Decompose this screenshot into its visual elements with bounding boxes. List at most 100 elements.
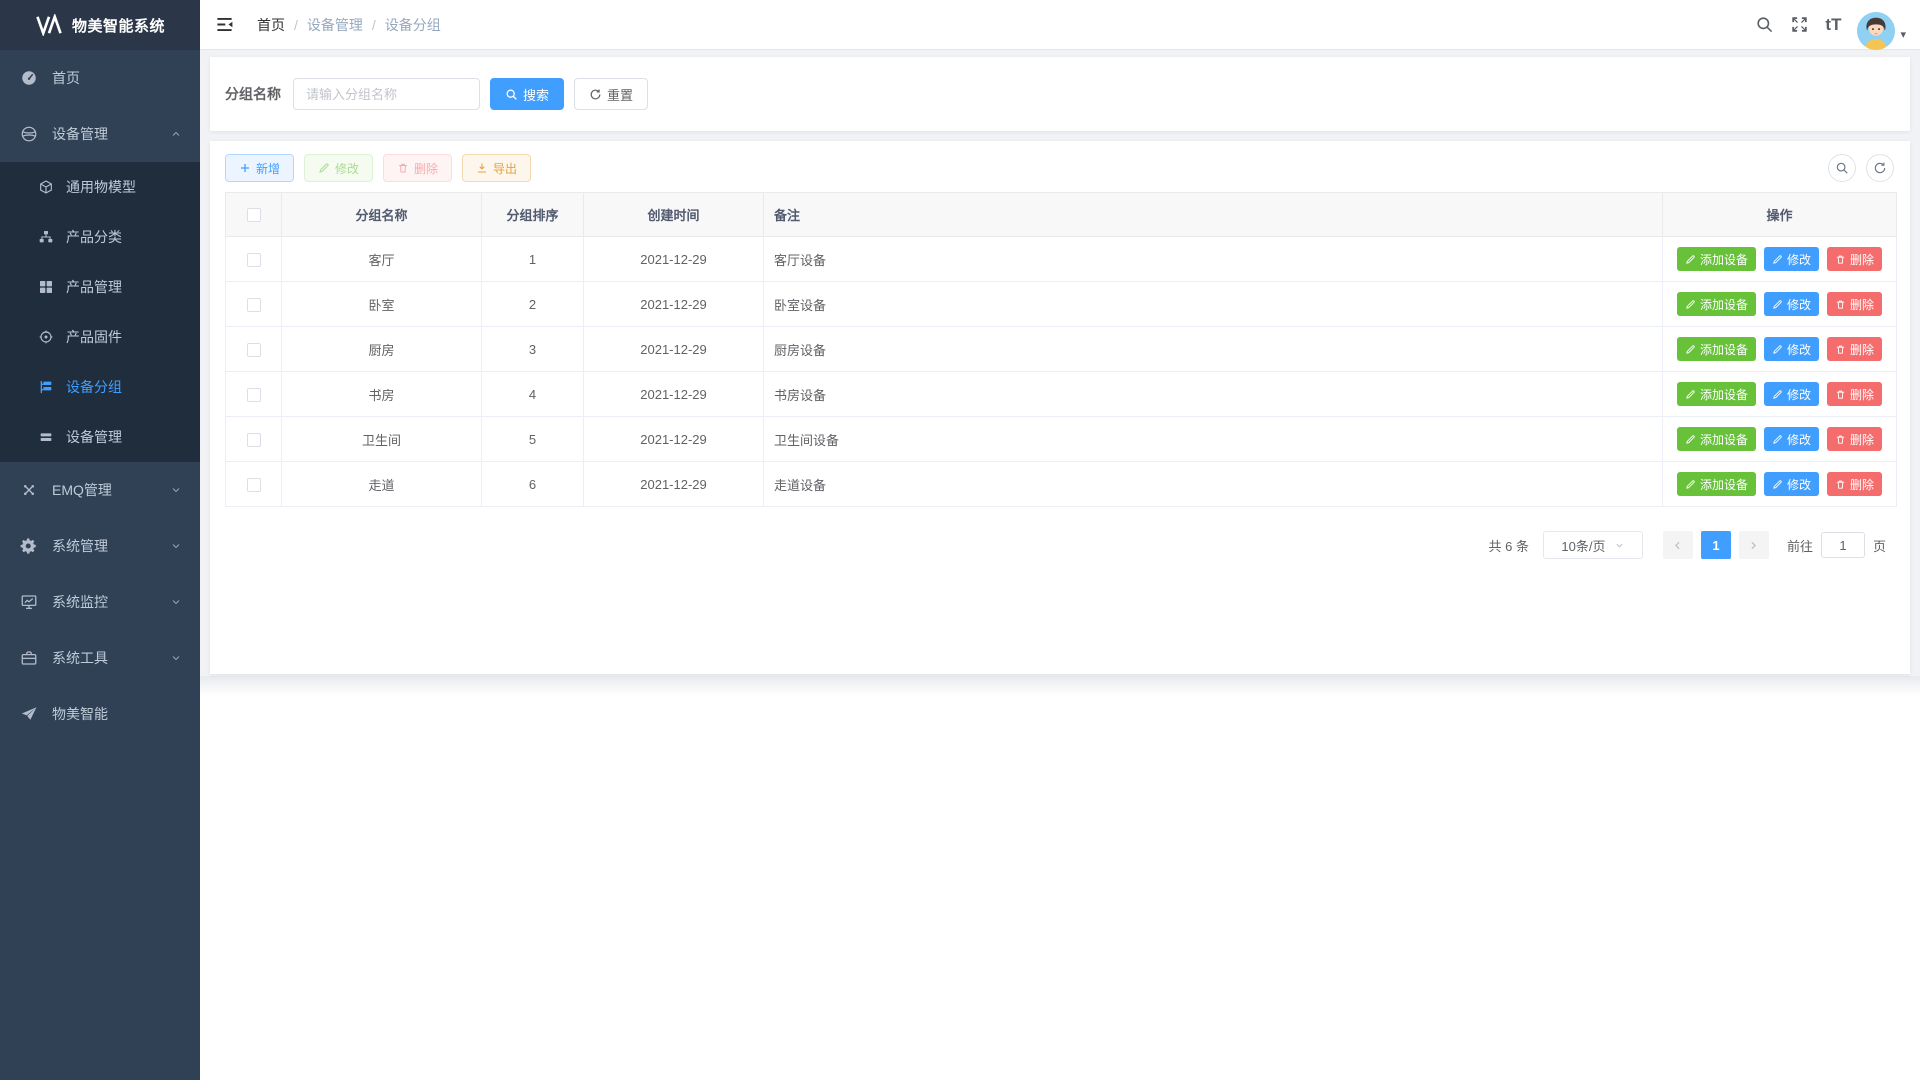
font-size-icon[interactable]: tT (1825, 16, 1841, 33)
goto-page: 前往 页 (1787, 532, 1886, 558)
table-row[interactable]: 厨房 3 2021-12-29 厨房设备 添加设备 修改 删除 (226, 327, 1897, 372)
device-sphere-icon (20, 125, 38, 143)
fullscreen-icon[interactable] (1790, 15, 1809, 34)
app-logo[interactable]: 物美智能系统 (0, 0, 200, 50)
cell-group-order: 5 (482, 417, 584, 462)
row-delete-button[interactable]: 删除 (1827, 472, 1882, 496)
table-row[interactable]: 卫生间 5 2021-12-29 卫生间设备 添加设备 修改 删除 (226, 417, 1897, 462)
pagination-total: 共 6 条 (1489, 536, 1529, 555)
delete-button[interactable]: 删除 (383, 154, 452, 182)
breadcrumb-home[interactable]: 首页 (257, 15, 285, 35)
row-checkbox[interactable] (247, 478, 261, 492)
sidebar-item-thing-model[interactable]: 通用物模型 (0, 162, 200, 212)
breadcrumb: 首页 / 设备管理 / 设备分组 (257, 15, 441, 35)
cell-remark: 厨房设备 (764, 327, 1663, 372)
sidebar-item-product-category[interactable]: 产品分类 (0, 212, 200, 262)
table-row[interactable]: 客厅 1 2021-12-29 客厅设备 添加设备 修改 删除 (226, 237, 1897, 282)
table-row[interactable]: 卧室 2 2021-12-29 卧室设备 添加设备 修改 删除 (226, 282, 1897, 327)
row-checkbox[interactable] (247, 388, 261, 402)
sidebar-item-wumei-smart[interactable]: 物美智能 (0, 686, 200, 742)
next-page-button[interactable] (1739, 531, 1769, 559)
row-delete-button[interactable]: 删除 (1827, 382, 1882, 406)
chevron-down-icon (170, 652, 182, 664)
row-delete-button[interactable]: 删除 (1827, 337, 1882, 361)
add-device-button[interactable]: 添加设备 (1677, 337, 1756, 361)
row-delete-button[interactable]: 删除 (1827, 247, 1882, 271)
sidebar-item-product-firmware[interactable]: 产品固件 (0, 312, 200, 362)
sidebar-item-device-list[interactable]: 设备管理 (0, 412, 200, 462)
header-search-icon[interactable] (1755, 15, 1774, 34)
sidebar-item-label: 系统管理 (52, 536, 170, 556)
edit-button[interactable]: 修改 (304, 154, 373, 182)
sidebar-item-system-monitor[interactable]: 系统监控 (0, 574, 200, 630)
toolbox-icon (20, 649, 38, 667)
sidebar-item-emq-management[interactable]: EMQ管理 (0, 462, 200, 518)
table-toolbar-right (1828, 154, 1894, 182)
cell-group-order: 3 (482, 327, 584, 372)
refresh-icon[interactable] (1866, 154, 1894, 182)
cell-remark: 走道设备 (764, 462, 1663, 507)
row-checkbox[interactable] (247, 253, 261, 267)
prev-page-button[interactable] (1663, 531, 1693, 559)
sidebar-toggle-icon[interactable] (200, 0, 249, 49)
page-number-current[interactable]: 1 (1701, 531, 1731, 559)
cell-created: 2021-12-29 (584, 282, 764, 327)
add-device-label: 添加设备 (1700, 476, 1748, 493)
add-device-button[interactable]: 添加设备 (1677, 382, 1756, 406)
row-edit-button[interactable]: 修改 (1764, 472, 1819, 496)
reset-button[interactable]: 重置 (574, 78, 648, 110)
group-name-input[interactable] (293, 78, 480, 110)
cube-icon (38, 179, 54, 195)
column-header-created: 创建时间 (584, 193, 764, 237)
row-edit-button[interactable]: 修改 (1764, 427, 1819, 451)
table-row[interactable]: 书房 4 2021-12-29 书房设备 添加设备 修改 删除 (226, 372, 1897, 417)
sidebar-item-system-tools[interactable]: 系统工具 (0, 630, 200, 686)
select-all-checkbox[interactable] (247, 208, 261, 222)
sidebar-item-home[interactable]: 首页 (0, 50, 200, 106)
cell-group-name: 客厅 (282, 237, 482, 282)
cell-group-name: 厨房 (282, 327, 482, 372)
cell-remark: 卫生间设备 (764, 417, 1663, 462)
row-checkbox[interactable] (247, 298, 261, 312)
search-button[interactable]: 搜索 (490, 78, 564, 110)
row-edit-button[interactable]: 修改 (1764, 247, 1819, 271)
goto-page-input[interactable] (1821, 532, 1865, 558)
sidebar-item-device-group[interactable]: 设备分组 (0, 362, 200, 412)
row-edit-button[interactable]: 修改 (1764, 382, 1819, 406)
export-button[interactable]: 导出 (462, 154, 531, 182)
toggle-search-icon[interactable] (1828, 154, 1856, 182)
table-row[interactable]: 走道 6 2021-12-29 走道设备 添加设备 修改 删除 (226, 462, 1897, 507)
add-button[interactable]: 新增 (225, 154, 294, 182)
chevron-down-icon (170, 540, 182, 552)
row-delete-button[interactable]: 删除 (1827, 427, 1882, 451)
search-form: 分组名称 搜索 重置 (210, 57, 1910, 131)
sidebar-item-label: 产品分类 (66, 227, 190, 247)
column-header-actions: 操作 (1663, 193, 1897, 237)
row-edit-button[interactable]: 修改 (1764, 292, 1819, 316)
row-checkbox[interactable] (247, 343, 261, 357)
sidebar-item-system-management[interactable]: 系统管理 (0, 518, 200, 574)
row-checkbox[interactable] (247, 433, 261, 447)
add-device-label: 添加设备 (1700, 341, 1748, 358)
navbar-actions: tT ▾ (1755, 0, 1920, 50)
add-device-button[interactable]: 添加设备 (1677, 472, 1756, 496)
chevron-left-icon (1671, 539, 1684, 552)
user-menu[interactable]: ▾ (1857, 12, 1906, 50)
sidebar-item-device-management[interactable]: 设备管理 (0, 106, 200, 162)
row-edit-button[interactable]: 修改 (1764, 337, 1819, 361)
add-device-button[interactable]: 添加设备 (1677, 292, 1756, 316)
add-device-button[interactable]: 添加设备 (1677, 247, 1756, 271)
page-size-select[interactable]: 10条/页 (1543, 531, 1643, 559)
group-name-label: 分组名称 (225, 84, 281, 104)
device-list-icon (38, 429, 54, 445)
sidebar-item-label: 设备分组 (66, 377, 190, 397)
add-device-button[interactable]: 添加设备 (1677, 427, 1756, 451)
search-button-label: 搜索 (523, 85, 549, 104)
sidebar-item-product-management[interactable]: 产品管理 (0, 262, 200, 312)
row-edit-label: 修改 (1787, 341, 1811, 358)
avatar[interactable] (1857, 12, 1895, 50)
table-toolbar: 新增 修改 删除 导出 (225, 154, 531, 182)
sidebar-submenu-device: 通用物模型 产品分类 产品管理 产品固件 (0, 162, 200, 462)
row-delete-button[interactable]: 删除 (1827, 292, 1882, 316)
breadcrumb-device-management: 设备管理 (307, 15, 363, 35)
